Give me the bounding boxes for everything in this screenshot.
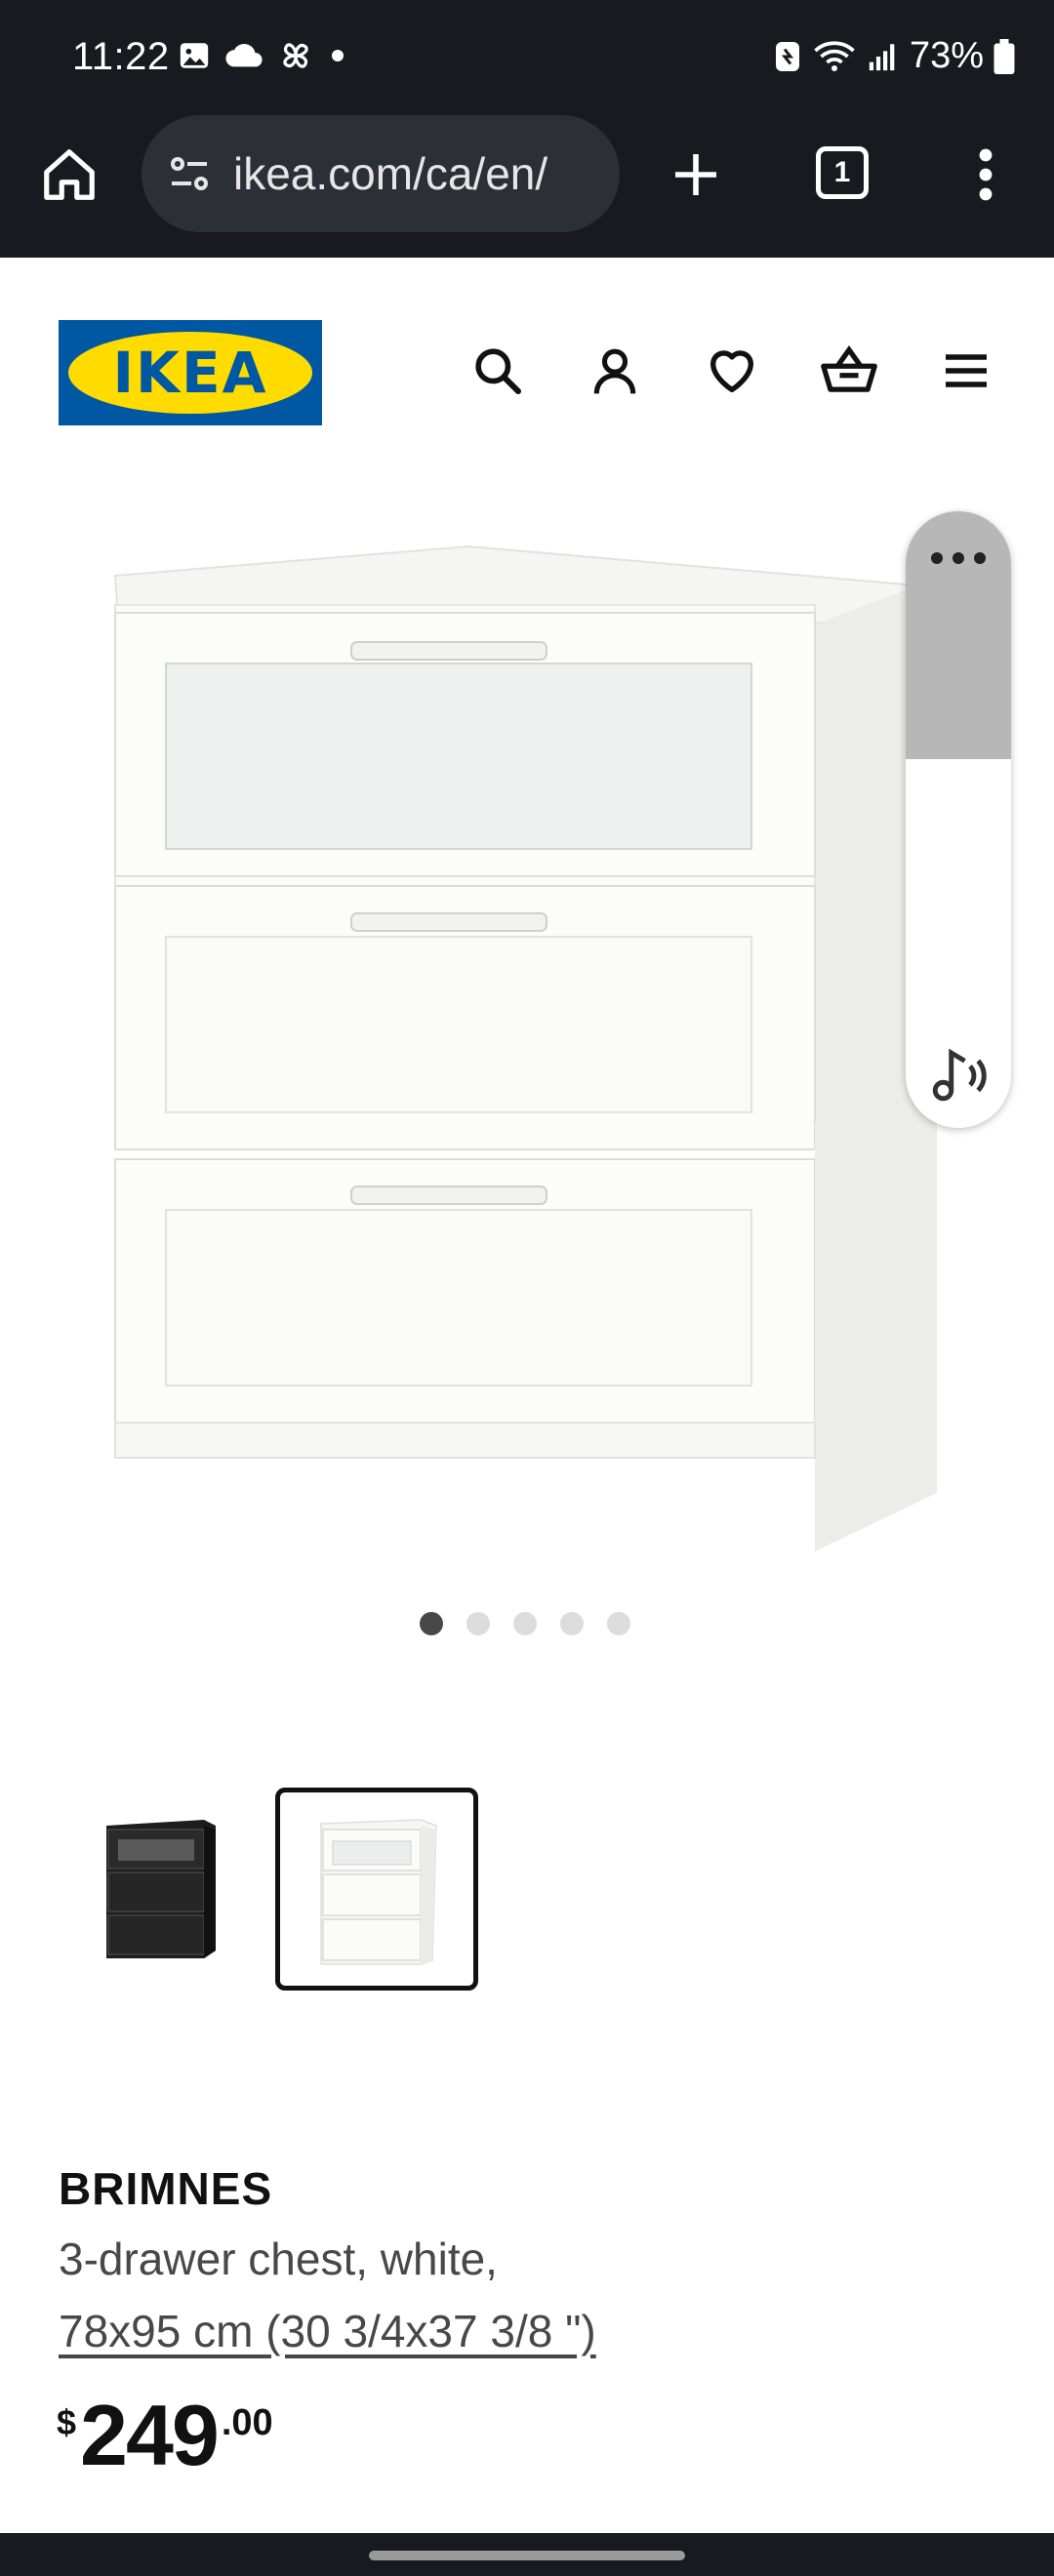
- variant-thumbnail-white[interactable]: [275, 1788, 478, 1991]
- browser-menu-button[interactable]: [966, 142, 1005, 207]
- search-icon: [475, 348, 522, 395]
- pagination-dot[interactable]: [513, 1612, 537, 1635]
- browser-toolbar: ikea.com/ca/en/ 1: [0, 113, 1054, 258]
- site-settings-icon[interactable]: [163, 147, 216, 200]
- pagination-dot[interactable]: [420, 1612, 443, 1635]
- product-size-link[interactable]: 78x95 cm (30 3/4x37 3/8 "): [59, 2305, 596, 2357]
- logo-oval: IKEA: [68, 332, 312, 414]
- system-navigation-bar: [0, 2533, 1054, 2576]
- floating-side-panel[interactable]: [906, 511, 1011, 1128]
- price-decimal: .00: [221, 2402, 273, 2443]
- music-sound-icon[interactable]: [927, 1042, 992, 1107]
- battery-saver-icon: [775, 41, 799, 71]
- wishlist-button[interactable]: [701, 340, 763, 402]
- ikea-logo[interactable]: IKEA: [59, 320, 322, 425]
- home-button[interactable]: [37, 142, 101, 207]
- gallery-icon: [180, 43, 209, 68]
- gesture-handle[interactable]: [369, 2551, 685, 2560]
- battery-icon: [993, 38, 1015, 74]
- wifi-icon: [814, 40, 855, 71]
- image-pagination: [420, 1612, 630, 1635]
- cloud-icon: [225, 43, 263, 67]
- price-integer: 249: [80, 2387, 220, 2483]
- side-panel-more-button[interactable]: [906, 511, 1011, 759]
- product-name: BRIMNES: [59, 2163, 273, 2214]
- new-tab-button[interactable]: [664, 142, 728, 207]
- pagination-dot[interactable]: [466, 1612, 490, 1635]
- product-description: 3-drawer chest, white,: [59, 2234, 498, 2284]
- product-image[interactable]: [98, 527, 956, 1561]
- price-currency: $: [57, 2402, 77, 2442]
- more-vert-icon: [979, 148, 993, 201]
- status-system-icons: 73%: [773, 35, 1015, 77]
- search-button[interactable]: [466, 340, 529, 402]
- white-chest-thumbnail: [320, 1819, 437, 1965]
- pinwheel-icon: [283, 43, 308, 68]
- black-chest-thumbnail: [106, 1820, 216, 1958]
- tab-switcher-button[interactable]: 1: [816, 146, 869, 199]
- hamburger-menu-icon: [946, 354, 987, 387]
- account-icon: [593, 348, 636, 394]
- url-text: ikea.com/ca/en/: [233, 148, 548, 199]
- home-icon: [44, 149, 95, 200]
- heart-icon: [710, 350, 753, 392]
- plus-icon: [675, 154, 716, 195]
- shopping-basket-icon: [821, 345, 877, 392]
- status-bar: 11:22 73%: [0, 0, 1054, 113]
- more-horiz-icon: [931, 552, 986, 564]
- status-notification-icons: [178, 37, 347, 74]
- cart-button[interactable]: [818, 340, 880, 402]
- address-bar[interactable]: ikea.com/ca/en/: [142, 115, 620, 232]
- tab-count: 1: [833, 156, 851, 188]
- menu-button[interactable]: [935, 340, 997, 402]
- notification-dot-icon: [332, 50, 344, 61]
- variant-thumbnail-black[interactable]: [59, 1788, 262, 1991]
- pagination-dot[interactable]: [560, 1612, 584, 1635]
- signal-icon: [869, 43, 895, 70]
- pagination-dot[interactable]: [607, 1612, 630, 1635]
- product-price: $ 249 .00: [57, 2389, 273, 2482]
- status-time: 11:22: [72, 35, 170, 78]
- account-button[interactable]: [584, 340, 646, 402]
- battery-percent: 73%: [909, 35, 984, 76]
- logo-wordmark: IKEA: [112, 340, 268, 406]
